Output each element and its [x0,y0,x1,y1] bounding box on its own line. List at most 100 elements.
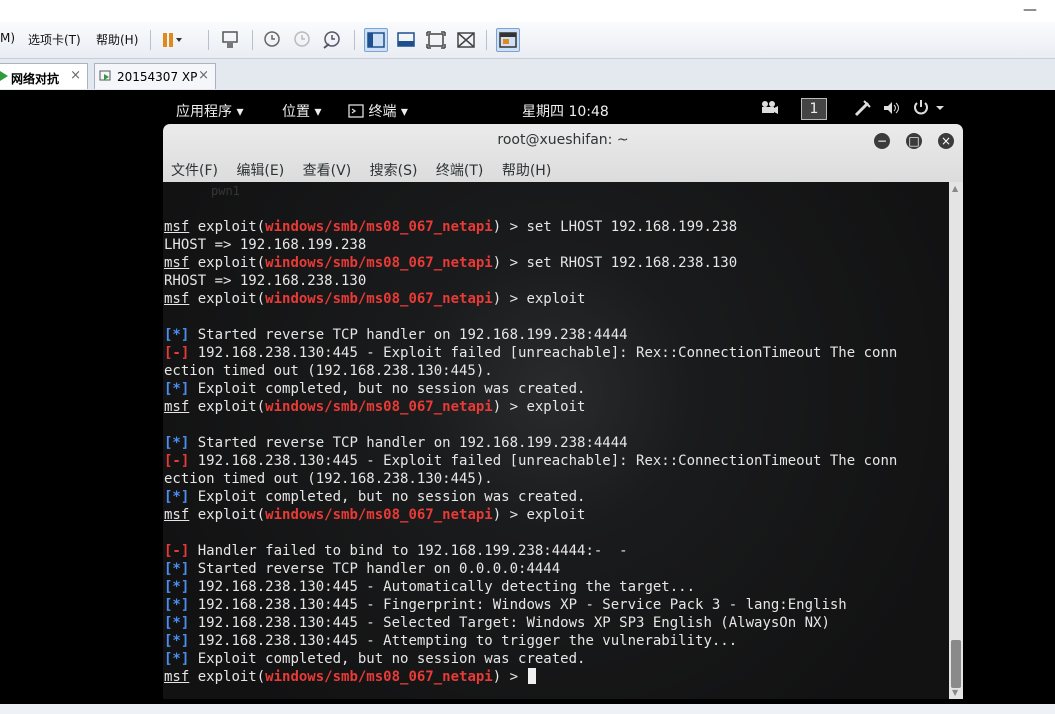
terminal-line: [*] Exploit completed, but no session wa… [164,650,897,668]
output-text: Handler failed to bind to 192.168.199.23… [189,543,628,559]
scroll-up-icon[interactable]: ▲ [952,184,958,193]
clock[interactable]: 星期四 10:48 [522,101,609,121]
fullscreen-icon[interactable] [424,28,448,52]
terminal-output[interactable]: pwn1 msf exploit(windows/smb/ms08_067_ne… [163,182,949,699]
places-menu[interactable]: 位置 ▾ [282,101,321,121]
terminal-line: msf exploit(windows/smb/ms08_067_netapi)… [164,506,897,524]
menu-edit[interactable]: 编辑(E) [236,163,284,179]
minimize-button[interactable]: − [874,133,890,149]
toolbar-divider [252,30,253,50]
terminal-line: msf exploit(windows/smb/ms08_067_netapi)… [164,254,897,272]
power-menu-icon[interactable] [912,99,946,121]
output-text: Exploit completed, but no session was cr… [189,489,586,505]
terminal-line: [*] Started reverse TCP handler on 192.1… [164,434,897,452]
unity-icon[interactable] [454,28,478,52]
toolbar-divider [486,30,487,50]
send-ctrl-alt-del-icon[interactable] [218,28,242,52]
vmware-toolbar: M) 选项卡(T) 帮助(H) [0,22,1055,59]
error-text: windows/smb/ms08_067_netapi [265,219,493,235]
status-marker: [*] [164,651,190,667]
revert-snapshot-icon[interactable] [290,28,314,52]
terminal-line: ection timed out (192.168.238.130:445). [164,470,897,488]
menu-file[interactable]: 文件(F) [171,163,218,179]
console-view-icon[interactable] [496,28,520,52]
output-text: Started reverse TCP handler on 192.168.1… [189,435,628,451]
terminal-line: [*] 192.168.238.130:445 - Attempting to … [164,632,897,650]
terminal-line: [*] 192.168.238.130:445 - Selected Targe… [164,614,897,632]
prompt-text: msf [164,291,190,307]
thumbnail-bar-icon[interactable] [394,28,418,52]
menu-help[interactable]: 帮助(H) [502,163,551,179]
vm-icon [99,70,111,81]
guest-screen: 应用程序 ▾ 位置 ▾ 终端 ▾ 星期四 10:48 1 root@xueshi… [0,90,1055,704]
minimize-icon[interactable]: — [1023,2,1037,18]
volume-icon[interactable] [882,99,900,121]
terminal-line: msf exploit(windows/smb/ms08_067_netapi)… [164,398,897,416]
error-text: windows/smb/ms08_067_netapi [265,399,493,415]
output-text: 192.168.238.130:445 - Exploit failed [un… [189,453,898,469]
terminal-line: [*] Exploit completed, but no session wa… [164,488,897,506]
vmware-tabbar: 网络对抗 × 20154307 XP × [0,59,1055,91]
scrollbar-thumb[interactable] [951,640,961,688]
video-icon[interactable] [760,100,778,118]
status-marker: [*] [164,327,190,343]
tab-label: 20154307 XP [117,70,198,84]
vmware-titlebar: — [0,0,1055,22]
terminal-line: [*] 192.168.238.130:445 - Fingerprint: W… [164,596,897,614]
menu-view[interactable]: M) [0,31,15,45]
terminal-app-menu[interactable]: 终端 ▾ [348,101,408,121]
output-text: 192.168.238.130:445 - Attempting to trig… [189,633,738,649]
tab-label: 网络对抗 [11,72,60,86]
output-text: Exploit completed, but no session was cr… [189,651,586,667]
terminal-menubar: 文件(F) 编辑(E) 查看(V) 搜索(S) 终端(T) 帮助(H) [171,160,565,180]
maximize-button[interactable]: □ [906,133,922,149]
error-text: [-] [164,543,190,559]
network-icon[interactable] [854,99,872,121]
status-marker: [*] [164,615,190,631]
status-marker: [*] [164,489,190,505]
close-icon[interactable]: × [70,68,81,83]
menu-help[interactable]: 帮助(H) [96,31,138,48]
toolbar-divider [208,30,209,50]
output-text: RHOST => 192.168.238.130 [164,273,367,289]
terminal-line: msf exploit(windows/smb/ms08_067_netapi)… [164,218,897,236]
menu-terminal[interactable]: 终端(T) [436,163,483,179]
desktop-icon-label: pwn1 [211,184,240,198]
output-text: exploit( [189,219,266,235]
terminal-line: [-] 192.168.238.130:445 - Exploit failed… [164,344,897,362]
show-library-icon[interactable] [364,28,388,52]
pause-icon[interactable] [158,28,182,52]
error-text: windows/smb/ms08_067_netapi [265,507,493,523]
tab-network-adversarial[interactable]: 网络对抗 × [0,63,88,89]
output-text: exploit( [189,669,266,685]
vm-running-icon [0,71,8,81]
menu-search[interactable]: 搜索(S) [370,163,418,179]
status-marker: [*] [164,597,190,613]
menu-tabs[interactable]: 选项卡(T) [28,31,81,48]
output-text: ) > set RHOST 192.168.238.130 [492,255,738,271]
output-text: exploit( [189,399,266,415]
output-text: 192.168.238.130:445 - Selected Target: W… [189,615,830,631]
close-button[interactable]: × [938,133,954,149]
output-text: ) > [492,669,527,685]
menu-view[interactable]: 查看(V) [303,163,352,179]
prompt-text: msf [164,219,190,235]
terminal-line: [-] 192.168.238.130:445 - Exploit failed… [164,452,897,470]
terminal-line: [*] Started reverse TCP handler on 192.1… [164,326,897,344]
error-text: windows/smb/ms08_067_netapi [265,291,493,307]
snapshot-icon[interactable] [260,28,284,52]
close-icon[interactable]: × [198,68,209,83]
applications-menu[interactable]: 应用程序 ▾ [176,101,243,121]
workspace-indicator[interactable]: 1 [801,98,827,120]
output-text: 192.168.238.130:445 - Exploit failed [un… [189,345,898,361]
scroll-down-icon[interactable]: ▼ [952,688,958,697]
terminal-window: root@xueshifan: ~ − □ × 文件(F) 编辑(E) 查看(V… [163,124,963,699]
status-marker: [*] [164,579,190,595]
output-text: ection timed out (192.168.238.130:445). [164,363,493,379]
scrollbar[interactable]: ▲ ▼ [949,182,963,699]
output-text: exploit( [189,507,266,523]
terminal-line: ection timed out (192.168.238.130:445). [164,362,897,380]
tab-xp-vm[interactable]: 20154307 XP × [94,63,216,89]
snapshot-manager-icon[interactable] [320,28,344,52]
